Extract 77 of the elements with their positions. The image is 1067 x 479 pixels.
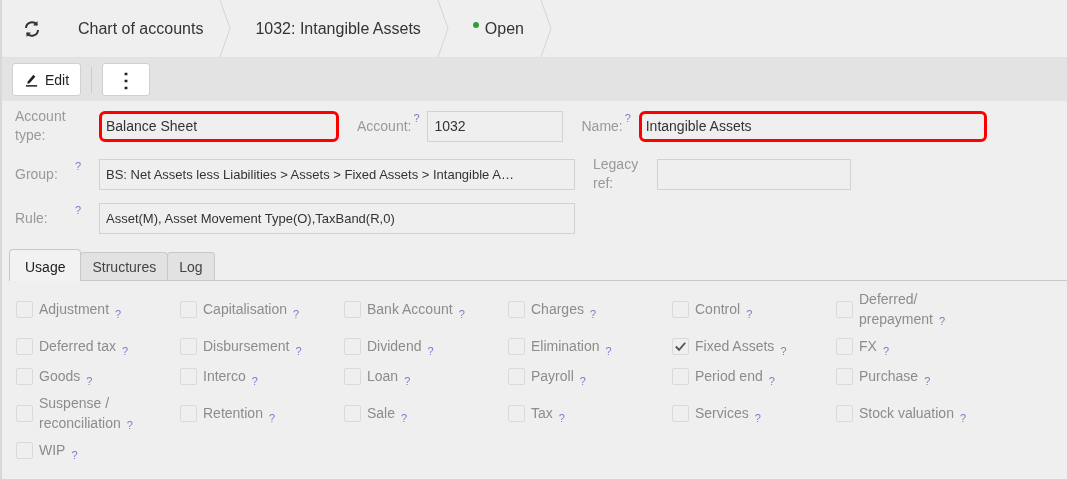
tab[interactable]: Structures [80,252,169,280]
help-mark[interactable]: ? [589,308,597,320]
help-mark[interactable]: ? [268,412,276,424]
refresh-icon[interactable] [22,18,42,39]
input-field[interactable]: 1032 [427,110,564,142]
checkbox-label: Interco [203,367,246,386]
help-mark[interactable]: ? [427,345,434,357]
input-field[interactable]: Intangible Assets [638,110,987,142]
help-mark[interactable]: ? [605,345,612,357]
help-mark[interactable]: ? [938,315,946,327]
help-mark[interactable]: ? [122,345,129,357]
breadcrumb-link[interactable]: Chart of accounts [64,19,220,38]
more-button[interactable]: ⋮ [102,63,151,96]
help-mark[interactable]: ? [558,412,565,424]
help-mark[interactable]: ? [754,412,761,424]
checkbox-label: Deferred tax [39,337,117,356]
help-mark[interactable]: ? [780,345,787,357]
checkbox-label: Retention [203,404,263,423]
checkbox-label: Payroll [531,367,574,386]
checkbox-label: Fixed Assets [695,337,775,356]
checkbox-label: Control [695,300,741,319]
field-label: Rule: [15,209,49,228]
help-mark[interactable]: ? [768,375,775,387]
checkbox-label: Adjustment [39,300,110,319]
help-mark[interactable]: ? [295,345,302,357]
help-mark[interactable]: ? [411,110,428,124]
checkbox-label: Stock valuation [859,404,954,423]
checkbox-label: Period end [695,367,763,386]
help-mark[interactable]: ? [115,308,122,320]
checkbox-label: Purchase [859,367,919,386]
field-label: Account type: [15,107,67,145]
help-mark[interactable]: ? [458,308,465,320]
field-label: Account: [357,116,412,136]
checkbox-label: Tax [531,404,553,423]
checkbox-label: WIP [39,441,66,460]
checkbox-label: Dividend [367,337,422,356]
tab[interactable]: Usage [9,249,82,281]
checkbox-label: Elimination [531,337,600,356]
field-label: Name: [581,116,623,136]
help-mark[interactable]: ? [401,412,408,424]
edit-button[interactable]: Edit [12,63,82,96]
field-label: Legacy ref: [593,155,640,193]
status-text: Open [484,19,524,38]
checkbox-label: Charges [531,300,584,319]
checkbox-label: Deferred/ prepayment [859,290,933,329]
field-label: Group: [15,164,59,184]
help-mark[interactable]: ? [924,375,931,387]
help-mark[interactable]: ? [622,110,639,124]
checkbox-label: Disbursement [203,337,290,356]
tab[interactable]: Log [167,252,215,280]
input-field[interactable]: BS: Net Assets less Liabilities > Assets > Fixed Assets > Intangible A… [99,158,575,190]
help-mark[interactable]: ? [579,375,586,387]
checkbox-label: Bank Account [367,300,453,319]
checkbox-label: FX [859,337,877,356]
help-mark[interactable]: ? [959,412,967,424]
checkbox-label: Capitalisation [203,300,288,319]
checkbox-label: Suspense / reconciliation [39,394,121,433]
breadcrumb-link[interactable]: 1032: Intangible Assets [231,19,437,38]
input-field[interactable]: Balance Sheet [99,110,339,142]
pencil-icon [24,72,39,87]
help-mark[interactable]: ? [75,158,99,172]
help-mark[interactable]: ? [293,308,300,320]
help-mark[interactable]: ? [882,345,889,357]
help-mark[interactable]: ? [126,419,133,431]
help-mark[interactable]: ? [746,308,753,320]
checkbox[interactable] [672,337,689,355]
help-mark[interactable]: ? [404,375,411,387]
help-mark[interactable]: ? [75,203,99,216]
help-mark[interactable]: ? [86,375,93,387]
input-field[interactable]: Asset(M), Asset Movement Type(O),TaxBand(R,0) [99,203,575,234]
input-field[interactable] [657,158,851,190]
checkbox-label: Goods [39,367,81,386]
help-mark[interactable]: ? [251,375,258,387]
checkbox-label: Services [695,404,749,423]
help-mark[interactable]: ? [71,449,78,461]
checkbox-label: Sale [367,404,396,423]
checkbox-label: Loan [367,367,399,386]
